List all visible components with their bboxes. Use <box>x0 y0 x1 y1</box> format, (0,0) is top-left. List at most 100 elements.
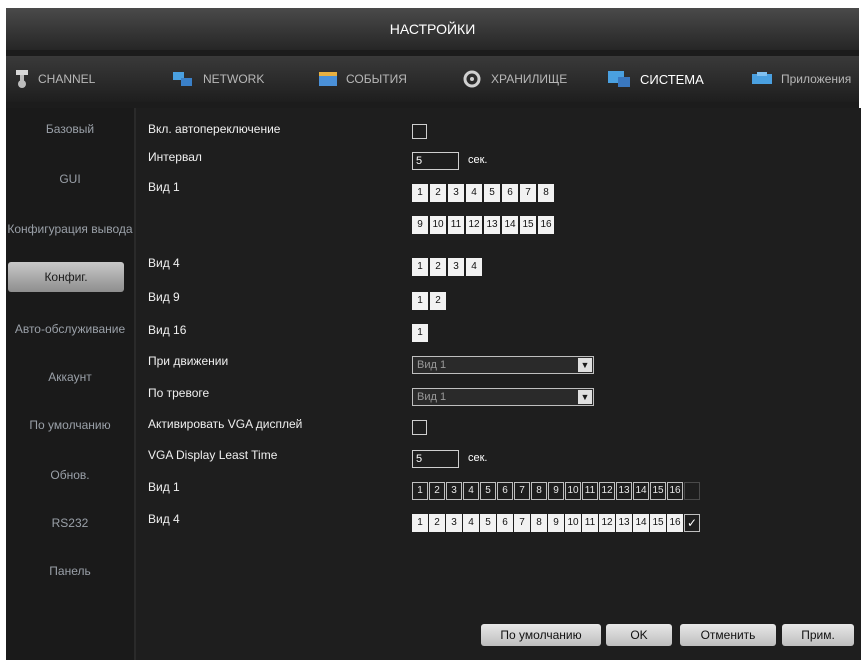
vga-view4-cell[interactable]: 8 <box>531 514 547 532</box>
vga-least-time-unit: сек. <box>468 452 488 464</box>
config-panel: Вкл. автопереключение Интервал 5 сек. Ви… <box>134 108 861 660</box>
sidebar-item-panel[interactable]: Панель <box>6 556 134 586</box>
view1-cell[interactable]: 4 <box>466 184 482 202</box>
vga-view1-cell[interactable]: 11 <box>582 482 598 500</box>
tab-channel[interactable]: CHANNEL <box>14 56 154 102</box>
view1-cell[interactable]: 6 <box>502 184 518 202</box>
sidebar-item-update[interactable]: Обнов. <box>6 460 134 490</box>
view1-cell[interactable]: 16 <box>538 216 554 234</box>
sidebar-item-basic[interactable]: Базовый <box>6 114 134 144</box>
vga-display-label: Активировать VGA дисплей <box>148 417 303 431</box>
on-alarm-select[interactable]: Вид 1 ▼ <box>412 388 594 406</box>
view4-cell[interactable]: 1 <box>412 258 428 276</box>
sidebar-item-config[interactable]: Конфиг. <box>8 262 124 292</box>
sidebar-item-gui[interactable]: GUI <box>6 164 134 194</box>
view4-cell[interactable]: 2 <box>430 258 446 276</box>
vga-view4-cell[interactable]: 14 <box>633 514 649 532</box>
view1-cell[interactable]: 12 <box>466 216 482 234</box>
view1-cell[interactable]: 13 <box>484 216 500 234</box>
sidebar-item-auto-maintenance[interactable]: Авто-обслуживание <box>6 314 134 344</box>
tab-system[interactable]: СИСТЕМА <box>606 56 738 102</box>
vga-view1-cell[interactable]: 9 <box>548 482 564 500</box>
on-motion-label: При движении <box>148 354 229 368</box>
vga-view1-cell[interactable]: 13 <box>616 482 632 500</box>
view1-cell[interactable]: 11 <box>448 216 464 234</box>
view1-cell[interactable]: 3 <box>448 184 464 202</box>
view16-cell[interactable]: 1 <box>412 324 428 342</box>
vga-view4-cell[interactable]: 6 <box>497 514 513 532</box>
tab-label: СИСТЕМА <box>640 71 704 87</box>
vga-view1-cell[interactable]: 10 <box>565 482 581 500</box>
tab-events[interactable]: СОБЫТИЯ <box>318 56 448 102</box>
vga-view1-cell[interactable]: 8 <box>531 482 547 500</box>
vga-view4-cell[interactable]: 12 <box>599 514 615 532</box>
view9-cell[interactable]: 2 <box>430 292 446 310</box>
view1-cell[interactable]: 14 <box>502 216 518 234</box>
auto-switch-label: Вкл. автопереключение <box>148 122 281 136</box>
tab-bar: CHANNEL NETWORK СОБЫТИЯ ХРАНИЛИЩЕ СИСТЕМ… <box>6 56 859 102</box>
chevron-down-icon[interactable]: ▼ <box>578 390 592 404</box>
default-button[interactable]: По умолчанию <box>481 624 601 646</box>
on-alarm-value: Вид 1 <box>417 391 447 403</box>
vga-view4-cell[interactable]: 5 <box>480 514 496 532</box>
tab-label: NETWORK <box>203 72 265 86</box>
sidebar-item-rs232[interactable]: RS232 <box>6 508 134 538</box>
view9-cell[interactable]: 1 <box>412 292 428 310</box>
tab-network[interactable]: NETWORK <box>171 56 311 102</box>
vga-view4-cell[interactable]: 10 <box>565 514 581 532</box>
chevron-down-icon[interactable]: ▼ <box>578 358 592 372</box>
view4-cell[interactable]: 4 <box>466 258 482 276</box>
view1-cell[interactable]: 5 <box>484 184 500 202</box>
vga-view4-cell[interactable]: 1 <box>412 514 428 532</box>
vga-view1-cell[interactable]: 4 <box>463 482 479 500</box>
view1-cell[interactable]: 2 <box>430 184 446 202</box>
vga-view4-cell[interactable]: 15 <box>650 514 666 532</box>
vga-view1-cell[interactable]: 7 <box>514 482 530 500</box>
cancel-button[interactable]: Отменить <box>680 624 776 646</box>
view1-cell[interactable]: 10 <box>430 216 446 234</box>
view1-grid-row2: 9 10 11 12 13 14 15 16 <box>412 216 554 234</box>
vga-view1-select-all-checkbox[interactable] <box>684 482 700 500</box>
vga-view1-cell[interactable]: 1 <box>412 482 428 500</box>
vga-least-time-input[interactable]: 5 <box>412 450 459 468</box>
vga-display-checkbox[interactable] <box>412 420 427 435</box>
vga-view1-cell[interactable]: 12 <box>599 482 615 500</box>
on-alarm-label: По тревоге <box>148 386 210 400</box>
ok-button[interactable]: OK <box>606 624 672 646</box>
sidebar-item-default[interactable]: По умолчанию <box>6 410 134 440</box>
vga-view4-cell[interactable]: 11 <box>582 514 598 532</box>
vga-view4-cell[interactable]: 9 <box>548 514 564 532</box>
auto-switch-checkbox[interactable] <box>412 124 427 139</box>
vga-view1-cell[interactable]: 2 <box>429 482 445 500</box>
on-motion-select[interactable]: Вид 1 ▼ <box>412 356 594 374</box>
vga-view1-cell[interactable]: 6 <box>497 482 513 500</box>
vga-view1-cell[interactable]: 14 <box>633 482 649 500</box>
view1-cell[interactable]: 9 <box>412 216 428 234</box>
tab-storage[interactable]: ХРАНИЛИЩЕ <box>461 56 591 102</box>
vga-view1-cell[interactable]: 15 <box>650 482 666 500</box>
vga-view4-select-all-checkbox[interactable]: ✓ <box>684 514 700 532</box>
sidebar-item-account[interactable]: Аккаунт <box>6 362 134 392</box>
tab-apps[interactable]: Приложения <box>751 56 859 102</box>
on-motion-value: Вид 1 <box>417 359 447 371</box>
tab-label: Приложения <box>781 72 852 86</box>
apply-button[interactable]: Прим. <box>782 624 854 646</box>
vga-view4-cell[interactable]: 13 <box>616 514 632 532</box>
vga-view1-cell[interactable]: 5 <box>480 482 496 500</box>
view4-cell[interactable]: 3 <box>448 258 464 276</box>
view1-cell[interactable]: 1 <box>412 184 428 202</box>
vga-view4-cell[interactable]: 3 <box>446 514 462 532</box>
view1-cell[interactable]: 7 <box>520 184 536 202</box>
vga-view4-cell[interactable]: 7 <box>514 514 530 532</box>
vga-view4-label: Вид 4 <box>148 512 180 526</box>
vga-view1-cell[interactable]: 16 <box>667 482 683 500</box>
vga-view4-cell[interactable]: 16 <box>667 514 683 532</box>
interval-label: Интервал <box>148 150 202 164</box>
interval-input[interactable]: 5 <box>412 152 459 170</box>
vga-view4-cell[interactable]: 4 <box>463 514 479 532</box>
vga-view1-cell[interactable]: 3 <box>446 482 462 500</box>
vga-view4-cell[interactable]: 2 <box>429 514 445 532</box>
view1-cell[interactable]: 8 <box>538 184 554 202</box>
view1-cell[interactable]: 15 <box>520 216 536 234</box>
sidebar-item-output-config[interactable]: Конфигурация вывода <box>6 214 134 244</box>
